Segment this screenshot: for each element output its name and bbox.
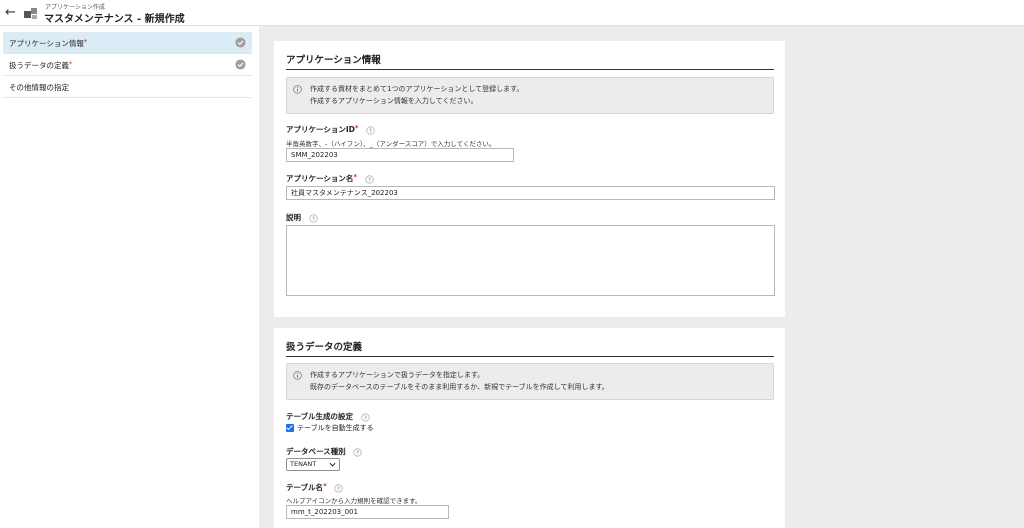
sidebar-item-other-info[interactable]: その他情報の指定 [3,76,252,98]
app-header: ← アプリケーション作成 マスタメンテナンス - 新規作成 [0,0,1024,26]
app-id-hint: 半角英数字、-（ハイフン）、_（アンダースコア）で入力してください。 [286,140,496,148]
sidebar-item-data-definition[interactable]: 扱うデータの定義* [3,54,252,76]
app-info-section: アプリケーション情報 作成する資材をまとめて1つのアプリケーションとして登録しま… [274,41,785,317]
check-circle-icon [235,37,246,48]
table-gen-label: テーブル生成の設定 ? [286,411,370,422]
sidebar-item-app-info[interactable]: アプリケーション情報* [3,32,252,54]
table-name-label: テーブル名* ? [286,482,343,493]
table-name-hint: ヘルプアイコンから入力規則を確認できます。 [286,497,422,505]
sidebar-item-label: その他情報の指定 [9,83,69,92]
db-type-select[interactable]: TENANT [286,458,340,471]
main-content: アプリケーション情報 作成する資材をまとめて1つのアプリケーションとして登録しま… [259,26,1024,528]
checkbox-label: テーブルを自動生成する [297,424,374,432]
app-id-label: アプリケーションID* ? [286,124,375,135]
sidebar-item-label: アプリケーション情報* [9,38,88,48]
app-builder-icon [24,8,37,19]
checkbox-checked-icon[interactable] [286,424,294,432]
description-textarea[interactable] [286,225,775,296]
select-value: TENANT [290,460,317,468]
db-type-label: データベース種別 ? [286,446,362,457]
back-arrow-icon[interactable]: ← [5,6,19,20]
info-text: 作成する資材をまとめて1つのアプリケーションとして登録します。 [310,85,524,93]
svg-text:?: ? [368,177,371,183]
svg-text:?: ? [337,486,340,492]
help-icon[interactable]: ? [365,174,374,184]
section-title: アプリケーション情報 [286,52,774,70]
svg-text:?: ? [356,450,359,456]
data-definition-section: 扱うデータの定義 作成するアプリケーションで扱うデータを指定します。 既存のデー… [274,328,785,528]
help-icon[interactable]: ? [361,412,370,422]
page-title: マスタメンテナンス - 新規作成 [44,14,185,25]
step-sidebar: アプリケーション情報* 扱うデータの定義* その他情報の指定 [0,26,259,528]
app-id-input[interactable]: SMM_202203 [286,148,514,162]
svg-text:?: ? [364,415,367,421]
app-name-input[interactable]: 社員マスタメンテナンス_202203 [286,186,775,200]
chevron-down-icon [329,462,336,467]
svg-text:?: ? [369,128,372,134]
info-text: 作成するアプリケーションで扱うデータを指定します。 [310,371,485,379]
auto-generate-table-checkbox[interactable]: テーブルを自動生成する [286,423,374,433]
table-name-input[interactable]: mm_t_202203_001 [286,505,449,519]
info-text: 既存のデータベースのテーブルをそのまま利用するか、新規でテーブルを作成して利用し… [310,383,609,391]
info-box: 作成するアプリケーションで扱うデータを指定します。 既存のデータベースのテーブル… [286,363,774,400]
section-title: 扱うデータの定義 [286,339,774,357]
svg-text:?: ? [312,216,315,222]
help-icon[interactable]: ? [308,213,318,223]
description-label: 説明 ? [286,212,318,223]
info-icon [293,371,302,380]
check-circle-icon [235,59,246,70]
help-icon[interactable]: ? [366,125,375,135]
info-icon [293,85,302,94]
help-icon[interactable]: ? [353,447,362,457]
help-icon[interactable]: ? [334,483,343,493]
info-text: 作成するアプリケーション情報を入力してください。 [310,97,478,105]
app-name-label: アプリケーション名* ? [286,173,374,184]
info-box: 作成する資材をまとめて1つのアプリケーションとして登録します。 作成するアプリケ… [286,77,774,114]
sidebar-item-label: 扱うデータの定義* [9,60,73,70]
